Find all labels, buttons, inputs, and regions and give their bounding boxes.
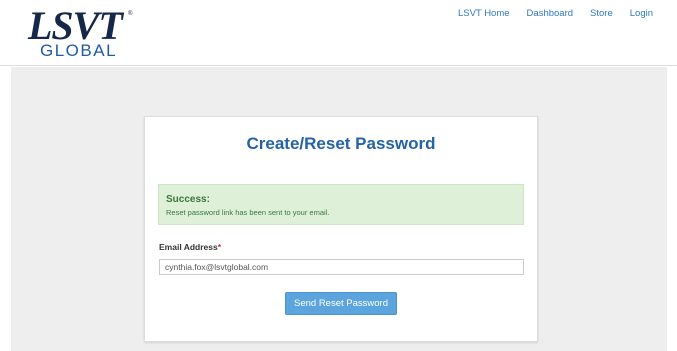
email-label: Email Address*	[159, 242, 221, 252]
logo-wordmark: LSVT	[28, 3, 123, 48]
send-reset-password-button[interactable]: Send Reset Password	[285, 292, 397, 315]
main-content: Create/Reset Password Success: Reset pas…	[11, 67, 667, 351]
reset-password-card: Create/Reset Password Success: Reset pas…	[144, 116, 538, 342]
top-nav: LSVT Home Dashboard Store Login	[441, 8, 653, 19]
nav-link-login[interactable]: Login	[630, 8, 653, 19]
nav-link-store[interactable]: Store	[590, 8, 613, 19]
alert-title: Success:	[166, 194, 210, 205]
required-mark: *	[217, 242, 222, 252]
nav-link-lsvt-home[interactable]: LSVT Home	[458, 8, 510, 19]
logo-trademark: ®	[128, 11, 133, 17]
site-header: LSVT ® GLOBAL LSVT Home Dashboard Store …	[0, 0, 677, 66]
nav-link-dashboard[interactable]: Dashboard	[527, 8, 573, 19]
success-alert: Success: Reset password link has been se…	[158, 184, 524, 225]
logo-subtitle: GLOBAL	[40, 41, 118, 60]
page-title: Create/Reset Password	[246, 134, 436, 153]
email-label-text: Email Address	[159, 242, 218, 252]
lsvt-global-logo[interactable]: LSVT ® GLOBAL	[28, 6, 138, 60]
alert-message: Reset password link has been sent to you…	[166, 208, 330, 217]
email-field[interactable]	[159, 259, 524, 275]
